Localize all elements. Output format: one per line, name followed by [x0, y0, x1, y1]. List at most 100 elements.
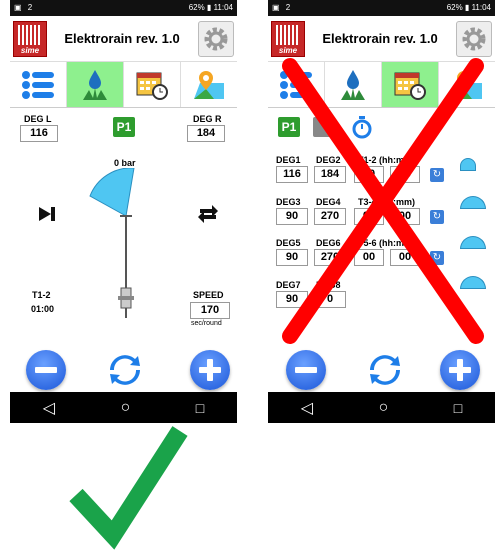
deg4-label: DEG4: [316, 197, 341, 207]
phone-screen-correct: ▣ 2 62% ▮ 11:04 sime Elektrorain rev. 1.…: [10, 0, 237, 423]
battery-percent: 62%: [188, 3, 205, 12]
deg6-label: DEG6: [316, 238, 341, 248]
pressure-readout: 0 bar: [114, 158, 136, 168]
deg4-value[interactable]: 270: [314, 208, 346, 225]
settings-button[interactable]: [198, 21, 234, 57]
program-badge-2[interactable]: [313, 117, 335, 137]
home-icon[interactable]: ○: [379, 399, 389, 417]
settings-button[interactable]: [456, 21, 492, 57]
gear-icon: [462, 27, 486, 51]
sime-logo: sime: [13, 21, 47, 57]
deg1-label: DEG1: [276, 155, 301, 165]
android-nav-bar: ◁ ○ □: [268, 392, 495, 423]
deg3-label: DEG3: [276, 197, 301, 207]
tab-schedule[interactable]: [382, 62, 439, 107]
tab-irrigation[interactable]: [67, 62, 124, 107]
calendar-clock-icon: [394, 72, 426, 100]
program-badge[interactable]: P1: [113, 117, 135, 137]
play-end-icon[interactable]: [38, 205, 56, 223]
increase-button[interactable]: [190, 350, 230, 390]
deg-l-value[interactable]: 116: [20, 125, 58, 142]
clock: 11:04: [213, 3, 233, 12]
water-drop-icon: [341, 69, 365, 100]
t-label: T1-2: [32, 290, 51, 300]
sprinkler-diagram: [89, 168, 135, 318]
main-nav: [10, 62, 237, 108]
tab-irrigation[interactable]: [325, 62, 382, 107]
refresh-row-icon[interactable]: ↻: [430, 251, 444, 265]
refresh-row-icon[interactable]: ↻: [430, 168, 444, 182]
t12-minutes[interactable]: 00: [390, 166, 420, 183]
refresh-row-icon[interactable]: ↻: [430, 210, 444, 224]
status-bar: ▣ 2 62% ▮ 11:04: [268, 0, 495, 16]
recent-icon[interactable]: □: [196, 400, 204, 416]
gear-icon: [204, 27, 228, 51]
sector-indicator: [460, 276, 486, 289]
tab-list[interactable]: [268, 62, 325, 107]
home-icon[interactable]: ○: [121, 399, 131, 417]
deg2-value[interactable]: 184: [314, 166, 346, 183]
deg-r-label: DEG R: [193, 114, 222, 124]
android-nav-bar: ◁ ○ □: [10, 392, 237, 423]
program-badge[interactable]: P1: [278, 117, 300, 137]
deg6-value[interactable]: 270: [314, 249, 346, 266]
t56-minutes[interactable]: 00: [390, 249, 420, 266]
t34-minutes[interactable]: 00: [390, 208, 420, 225]
decrease-button[interactable]: [286, 350, 326, 390]
app-header: sime Elektrorain rev. 1.0: [268, 16, 495, 62]
sector-indicator: [460, 196, 486, 209]
list-icon: [280, 70, 312, 99]
deg2-label: DEG2: [316, 155, 341, 165]
calendar-clock-icon: [136, 72, 168, 100]
tab-map[interactable]: [181, 62, 237, 107]
deg3-value[interactable]: 90: [276, 208, 308, 225]
minus-icon: [295, 367, 317, 373]
t34-hours[interactable]: 00: [354, 208, 384, 225]
app-header: sime Elektrorain rev. 1.0: [10, 16, 237, 62]
phone-screen-incorrect: ▣ 2 62% ▮ 11:04 sime Elektrorain rev. 1.…: [268, 0, 495, 423]
water-drop-icon: [83, 69, 107, 100]
app-title: Elektrorain rev. 1.0: [322, 31, 438, 46]
list-icon: [22, 70, 54, 99]
status-bar: ▣ 2 62% ▮ 11:04: [10, 0, 237, 16]
t12-hours[interactable]: 00: [354, 166, 384, 183]
stopwatch-icon[interactable]: [350, 115, 374, 139]
tab-schedule[interactable]: [124, 62, 181, 107]
speed-label: SPEED: [193, 290, 224, 300]
back-icon[interactable]: ◁: [43, 398, 55, 418]
deg1-value[interactable]: 116: [276, 166, 308, 183]
t12-label: T1-2 (hh:mm): [358, 155, 415, 165]
deg-r-value[interactable]: 184: [187, 125, 225, 142]
back-icon[interactable]: ◁: [301, 398, 313, 418]
speed-unit: sec/round: [191, 320, 222, 327]
deg5-value[interactable]: 90: [276, 249, 308, 266]
refresh-icon[interactable]: [108, 350, 142, 390]
minus-icon: [35, 367, 57, 373]
sector-indicator: [460, 158, 476, 171]
deg8-value[interactable]: 0: [314, 291, 346, 308]
app-title: Elektrorain rev. 1.0: [64, 31, 180, 46]
increase-button[interactable]: [440, 350, 480, 390]
main-nav: [268, 62, 495, 108]
sector-indicator: [460, 236, 486, 249]
t56-hours[interactable]: 00: [354, 249, 384, 266]
tab-list[interactable]: [10, 62, 67, 107]
check-mark-icon: [69, 426, 188, 550]
t34-label: T3-4 (hh:mm): [358, 197, 415, 207]
deg5-label: DEG5: [276, 238, 301, 248]
deg7-value[interactable]: 90: [276, 291, 308, 308]
map-pin-icon: [194, 70, 224, 99]
recent-icon[interactable]: □: [454, 400, 462, 416]
deg-l-label: DEG L: [24, 114, 52, 124]
deg8-label: DEG8: [316, 280, 341, 290]
status-notifications: ▣ 2: [14, 3, 35, 12]
speed-value[interactable]: 170: [190, 302, 230, 319]
sime-logo: sime: [271, 21, 305, 57]
tab-map[interactable]: [439, 62, 495, 107]
swap-arrows-icon[interactable]: [196, 203, 220, 225]
t-value: 01:00: [31, 304, 55, 314]
t56-label: T5-6 (hh:mm): [358, 238, 415, 248]
map-pin-icon: [452, 70, 482, 99]
refresh-icon[interactable]: [368, 350, 402, 390]
decrease-button[interactable]: [26, 350, 66, 390]
